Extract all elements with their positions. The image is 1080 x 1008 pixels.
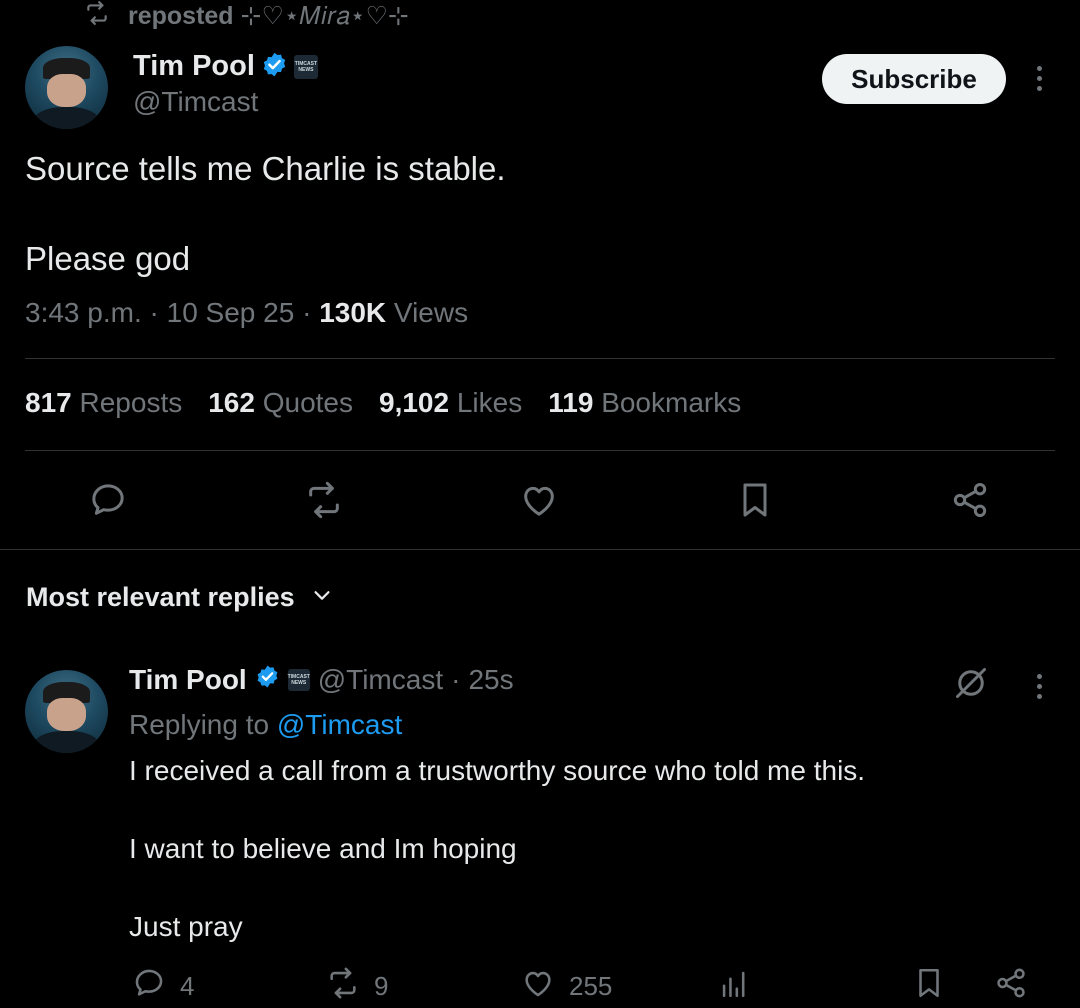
stat-bookmarks[interactable]: 119 Bookmarks (548, 387, 741, 419)
stat-quotes[interactable]: 162 Quotes (208, 387, 353, 419)
repost-icon (84, 0, 110, 33)
views-label: Views (393, 297, 469, 328)
reply-reposts-count: 9 (374, 971, 389, 1001)
replying-to: Replying to @Timcast (129, 709, 402, 741)
reply-bookmark-action[interactable] (912, 966, 946, 1007)
grok-icon[interactable] (953, 665, 989, 706)
tweet-date[interactable]: 10 Sep 25 (167, 297, 295, 328)
reply-avatar[interactable] (25, 670, 108, 753)
reply-text-line-1: I received a call from a trustworthy sou… (129, 755, 866, 786)
tweet-stats: 817 Reposts 162 Quotes 9,102 Likes 119 B… (25, 387, 741, 419)
reply-views-action[interactable] (717, 966, 751, 1007)
reply-like-action[interactable]: 255 (521, 966, 612, 1007)
repost-by: ⊹♡⋆𝑀𝑖𝑟𝑎⋆♡⊹ (240, 2, 409, 30)
replies-sort-dropdown[interactable]: Most relevant replies (26, 582, 333, 613)
subscribe-button[interactable]: Subscribe (822, 54, 1006, 104)
reply-share-action[interactable] (994, 966, 1028, 1007)
tweet-text-line-1: Source tells me Charlie is stable. (25, 150, 506, 187)
repost-label: reposted (128, 2, 234, 30)
verified-badge-icon (255, 664, 280, 696)
views-icon (717, 966, 751, 1007)
reply-author-name[interactable]: Tim Pool (129, 664, 247, 696)
divider (25, 358, 1055, 359)
reply-more-options-icon[interactable] (1033, 674, 1045, 699)
tweet-detail-page: reposted ⊹♡⋆𝑀𝑖𝑟𝑎⋆♡⊹ Tim Pool TIMCAST NEW… (0, 0, 1080, 1008)
reply-comment-action[interactable]: 4 (132, 966, 194, 1007)
bookmark-icon[interactable] (735, 480, 775, 525)
divider (25, 450, 1055, 451)
author-handle[interactable]: @Timcast (133, 86, 258, 118)
avatar[interactable] (25, 46, 108, 129)
repost-icon[interactable] (304, 480, 344, 525)
reply-handle[interactable]: @Timcast (318, 664, 443, 696)
tweet-meta: 3:43 p.m. · 10 Sep 25 · 130K Views (25, 297, 469, 328)
like-icon[interactable] (519, 480, 559, 525)
stat-likes[interactable]: 9,102 Likes (379, 387, 522, 419)
replying-to-handle[interactable]: @Timcast (277, 709, 402, 740)
reply-repost-action[interactable]: 9 (326, 966, 388, 1007)
replying-to-label: Replying to (129, 709, 270, 740)
verified-badge-icon (261, 51, 288, 83)
replies-sort-label: Most relevant replies (26, 582, 295, 612)
repost-header[interactable]: reposted ⊹♡⋆𝑀𝑖𝑟𝑎⋆♡⊹ (84, 0, 409, 32)
reply-icon (132, 966, 166, 1007)
reply-likes-count: 255 (569, 971, 613, 1001)
like-icon (521, 966, 555, 1007)
reply-time[interactable]: 25s (468, 664, 513, 696)
tweet-time[interactable]: 3:43 p.m. (25, 297, 142, 328)
org-badge-icon[interactable]: TIMCAST NEWS (293, 54, 318, 79)
tweet-text-line-2: Please god (25, 240, 191, 277)
reply-text-line-2: I want to believe and Im hoping (129, 833, 517, 864)
reply-header: Tim Pool TIMCAST NEWS @Timcast · 25s (129, 664, 514, 696)
stat-reposts[interactable]: 817 Reposts (25, 387, 182, 419)
reply-icon[interactable] (88, 480, 128, 525)
divider (0, 549, 1080, 550)
more-options-icon[interactable] (1033, 66, 1045, 91)
repost-icon (326, 966, 360, 1007)
chevron-down-icon (311, 582, 333, 613)
share-icon[interactable] (950, 480, 990, 525)
author-name[interactable]: Tim Pool (133, 50, 255, 83)
views-count: 130K (319, 297, 387, 328)
org-badge-icon[interactable]: TIMCAST NEWS (288, 669, 310, 691)
share-icon (994, 966, 1028, 1007)
reply-replies-count: 4 (180, 971, 195, 1001)
reply-text-line-3: Just pray (129, 911, 243, 942)
bookmark-icon (912, 966, 946, 1007)
